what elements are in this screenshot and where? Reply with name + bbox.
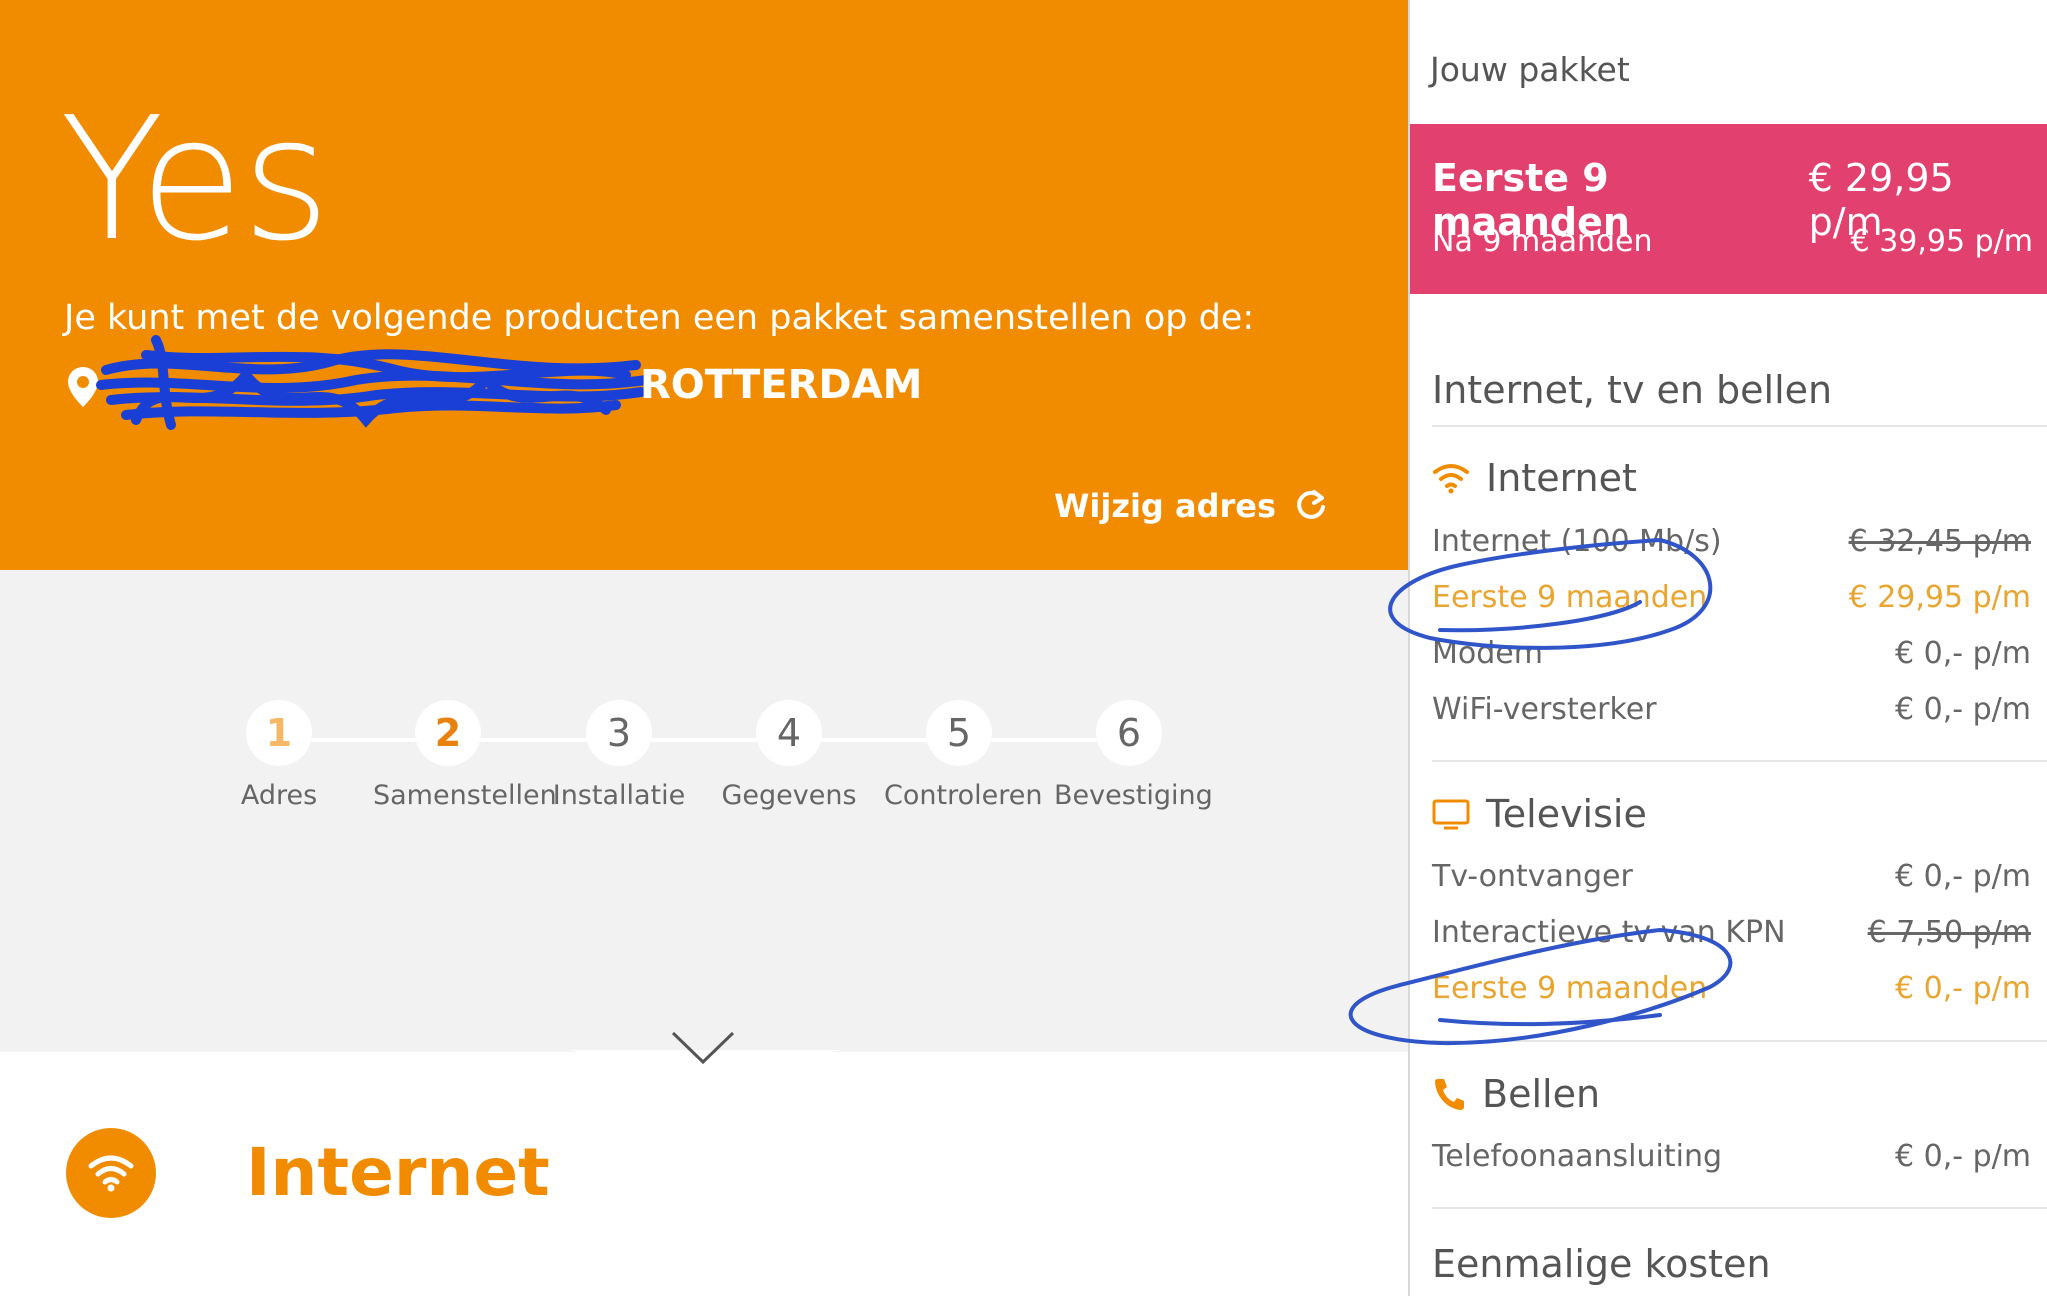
category-phone: Bellen <box>1432 1072 1600 1116</box>
line-label: Telefoonaansluiting <box>1432 1139 1723 1174</box>
change-address-label: Wijzig adres <box>1054 487 1276 525</box>
step-number: 5 <box>926 700 992 766</box>
section-title: Internet <box>246 1134 550 1211</box>
step-number: 3 <box>586 700 652 766</box>
step-label: Installatie <box>552 780 686 811</box>
one-time-costs-title: Eenmalige kosten <box>1432 1242 1771 1286</box>
step-adres[interactable]: 1 Adres <box>204 700 354 811</box>
line-item: Internet (100 Mb/s) € 32,45 p/m <box>1432 524 2031 559</box>
line-label: Eerste 9 maanden <box>1432 580 1708 615</box>
line-price-old: € 7,50 p/m <box>1867 915 2031 950</box>
step-controleren: 5 Controleren <box>884 700 1043 811</box>
promo-after-label: Na 9 maanden <box>1432 224 1653 259</box>
progress-steps <box>0 570 1408 1052</box>
step-installatie: 3 Installatie <box>544 700 694 811</box>
redaction-scribble <box>96 335 651 430</box>
divider <box>1432 760 2047 762</box>
promo-after-price: € 39,95 p/m <box>1850 224 2033 259</box>
line-item: Telefoonaansluiting € 0,- p/m <box>1432 1139 2031 1174</box>
address-hero: Yes Je kunt met de volgende producten ee… <box>0 0 1408 570</box>
address-city: ROTTERDAM <box>640 362 923 408</box>
divider <box>1432 425 2047 427</box>
location-pin-icon <box>68 367 98 407</box>
wifi-icon <box>66 1128 156 1218</box>
change-address-link[interactable]: Wijzig adres <box>1054 487 1328 525</box>
line-item-promo: Eerste 9 maanden € 0,- p/m <box>1432 971 2031 1006</box>
step-gegevens: 4 Gegevens <box>714 700 864 811</box>
address-line <box>66 362 100 412</box>
line-item: Tv-ontvanger € 0,- p/m <box>1432 859 2031 894</box>
category-title: Televisie <box>1486 792 1647 836</box>
line-price: € 0,- p/m <box>1895 1139 2031 1174</box>
step-label: Samenstellen <box>373 780 557 811</box>
step-number: 1 <box>246 700 312 766</box>
refresh-icon <box>1297 490 1325 519</box>
category-tv: Televisie <box>1432 792 1647 836</box>
package-heading: Jouw pakket <box>1430 50 1630 89</box>
step-label: Bevestiging <box>1054 780 1213 811</box>
phone-icon <box>1435 1079 1464 1110</box>
line-label: Modem <box>1432 636 1543 671</box>
divider <box>1432 1040 2047 1042</box>
line-item: WiFi-versterker € 0,- p/m <box>1432 692 2031 727</box>
step-samenstellen[interactable]: 2 Samenstellen <box>373 700 557 811</box>
step-label: Controleren <box>884 780 1043 811</box>
divider <box>1432 1207 2047 1209</box>
category-title: Bellen <box>1482 1072 1601 1116</box>
step-label: Gegevens <box>721 780 857 811</box>
step-bevestiging: 6 Bevestiging <box>1054 700 1213 811</box>
line-label: Tv-ontvanger <box>1432 859 1633 894</box>
group-title: Internet, tv en bellen <box>1432 368 1833 412</box>
category-title: Internet <box>1486 456 1637 500</box>
line-price: € 0,- p/m <box>1895 636 2031 671</box>
step-number: 4 <box>756 700 822 766</box>
step-number: 2 <box>415 700 481 766</box>
tv-icon <box>1432 799 1470 830</box>
line-item: Interactieve tv van KPN € 7,50 p/m <box>1432 915 2031 950</box>
line-price-old: € 32,45 p/m <box>1848 524 2031 559</box>
package-summary: Jouw pakket Eerste 9 maanden € 29,95 p/m… <box>1348 0 2047 1296</box>
step-number: 6 <box>1096 700 1162 766</box>
category-internet: Internet <box>1432 456 1637 500</box>
line-item-promo: Eerste 9 maanden € 29,95 p/m <box>1432 580 2031 615</box>
wifi-icon <box>1433 464 1469 494</box>
line-label: Eerste 9 maanden <box>1432 971 1708 1006</box>
line-item: Modem € 0,- p/m <box>1432 636 2031 671</box>
line-price: € 0,- p/m <box>1895 859 2031 894</box>
step-label: Adres <box>240 780 318 811</box>
line-label: Internet (100 Mb/s) <box>1432 524 1722 559</box>
hero-title: Yes <box>60 81 330 279</box>
chevron-down-icon[interactable] <box>670 1030 736 1066</box>
line-label: Interactieve tv van KPN <box>1432 915 1786 950</box>
line-label: WiFi-versterker <box>1432 692 1657 727</box>
internet-section-header: Internet <box>66 1128 550 1218</box>
line-price: € 0,- p/m <box>1895 971 2031 1006</box>
line-price: € 0,- p/m <box>1895 692 2031 727</box>
promo-price-box: Eerste 9 maanden € 29,95 p/m Na 9 maande… <box>1410 124 2047 294</box>
line-price: € 29,95 p/m <box>1848 580 2031 615</box>
